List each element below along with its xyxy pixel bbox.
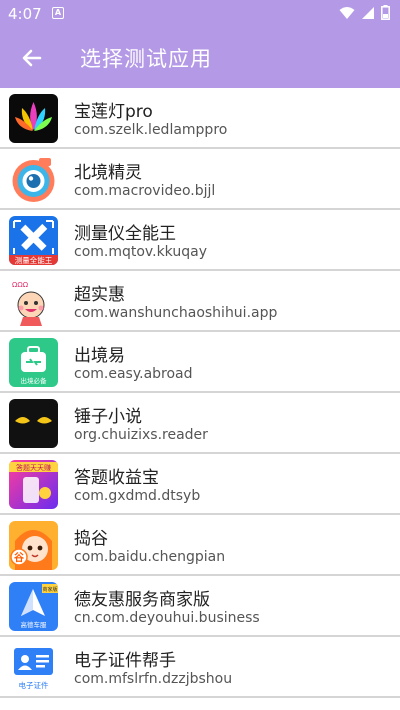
ruler-pencil-icon: 测量全能王 [9, 216, 58, 265]
package-name: com.mqtov.kkuqay [74, 244, 207, 260]
app-bar: 选择测试应用 [0, 28, 400, 88]
icon-caption: 测量全能王 [15, 255, 53, 265]
signal-icon [362, 6, 374, 19]
status-icons [339, 5, 390, 20]
lotus-icon [9, 94, 58, 143]
id-card-icon: 电子证件 [9, 643, 58, 692]
app-name: 答题收益宝 [74, 468, 159, 488]
icon-badge: 商家版 [42, 586, 57, 593]
status-time: 4:07 [8, 5, 42, 23]
icon-caption: 出境必备 [21, 376, 48, 385]
app-list-item[interactable]: 商家版 高德车服 德友惠服务商家版 cn.com.deyouhui.busine… [0, 576, 400, 637]
cartoon-baby-icon: ΩΩΩ [9, 277, 58, 326]
app-name: 宝莲灯pro [74, 102, 153, 122]
app-list-item[interactable]: 北境精灵 com.macrovideo.bjjl [0, 149, 400, 210]
package-name: com.gxdmd.dtsyb [74, 488, 201, 504]
app-name: 超实惠 [74, 285, 125, 305]
app-list-item[interactable]: 谷 捣谷 com.baidu.chengpian [0, 515, 400, 576]
app-list-item[interactable]: 答题天天赚 答题收益宝 com.gxdmd.dtsyb [0, 454, 400, 515]
package-name: cn.com.deyouhui.business [74, 610, 260, 626]
back-arrow-icon[interactable] [18, 44, 46, 72]
package-name: com.baidu.chengpian [74, 549, 226, 565]
icon-caption: 答题天天赚 [16, 463, 51, 472]
eyes-icon [9, 399, 58, 448]
wifi-icon [339, 6, 355, 19]
camera-eye-icon [9, 155, 58, 204]
app-list-item[interactable]: 宝莲灯pro com.szelk.ledlamppro [0, 88, 400, 149]
battery-icon [381, 5, 390, 20]
app-list: 宝莲灯pro com.szelk.ledlamppro 北境精灵 com.mac… [0, 88, 400, 698]
icon-caption: 高德车服 [21, 620, 48, 629]
app-name: 捣谷 [74, 529, 108, 549]
notification-icon: A [52, 7, 64, 19]
package-name: com.wanshunchaoshihui.app [74, 305, 278, 321]
app-name: 北境精灵 [74, 163, 142, 183]
app-name: 测量仪全能王 [74, 224, 176, 244]
app-list-item[interactable]: 出境必备 出境易 com.easy.abroad [0, 332, 400, 393]
app-list-item[interactable]: ΩΩΩ 超实惠 com.wanshunchaoshihui.app [0, 271, 400, 332]
app-name: 锤子小说 [74, 407, 142, 427]
paper-plane-icon: 商家版 高德车服 [9, 582, 58, 631]
svg-text:ΩΩΩ: ΩΩΩ [12, 281, 29, 289]
package-name: org.chuizixs.reader [74, 427, 208, 443]
app-list-item[interactable]: 测量全能王 测量仪全能王 com.mqtov.kkuqay [0, 210, 400, 271]
icon-caption: 电子证件 [19, 680, 49, 690]
package-name: com.szelk.ledlamppro [74, 122, 228, 138]
package-name: com.mfslrfn.dzzjbshou [74, 671, 233, 687]
package-name: com.macrovideo.bjjl [74, 183, 216, 199]
page-title: 选择测试应用 [80, 47, 212, 71]
app-name: 出境易 [74, 346, 125, 366]
status-bar: 4:07 A [0, 0, 400, 28]
icon-caption: 谷 [14, 551, 25, 564]
quiz-reward-icon: 答题天天赚 [9, 460, 58, 509]
anime-girl-icon: 谷 [9, 521, 58, 570]
app-list-item[interactable]: 电子证件 电子证件帮手 com.mfslrfn.dzzjbshou [0, 637, 400, 698]
app-name: 德友惠服务商家版 [74, 590, 210, 610]
app-name: 电子证件帮手 [74, 651, 176, 671]
suitcase-icon: 出境必备 [9, 338, 58, 387]
app-list-item[interactable]: 锤子小说 org.chuizixs.reader [0, 393, 400, 454]
package-name: com.easy.abroad [74, 366, 193, 382]
